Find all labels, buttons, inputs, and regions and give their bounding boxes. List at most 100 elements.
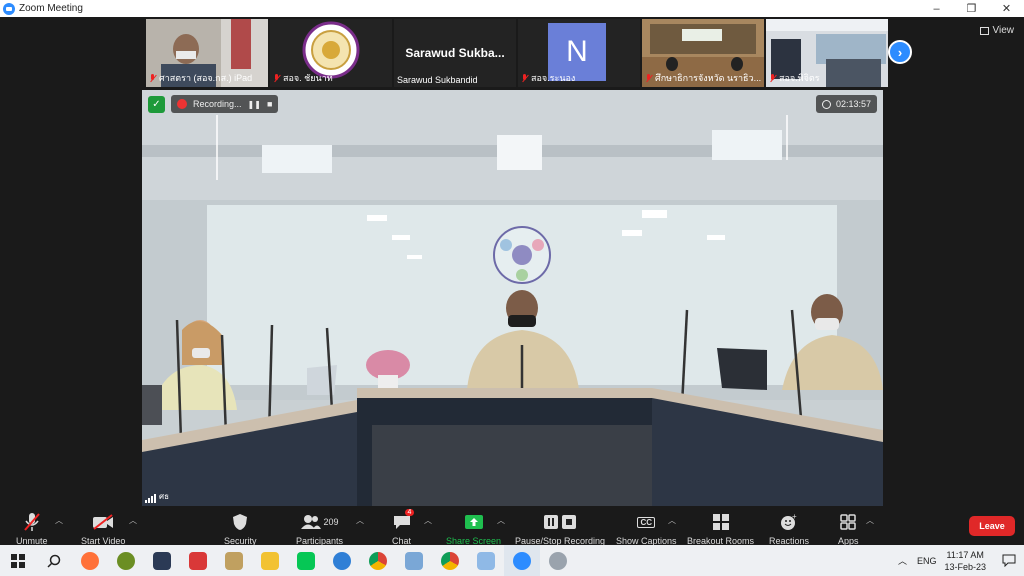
security-button[interactable]: Security [224, 511, 257, 546]
timer-value: 02:13:57 [835, 99, 871, 109]
notepad-app-icon[interactable] [396, 545, 432, 576]
participant-tile[interactable]: ศาสตรา (สอจ.กส.) iPad [146, 19, 268, 87]
zoom-logo-icon [3, 2, 15, 15]
meeting-timer: 02:13:57 [815, 95, 877, 113]
zoom-app-icon[interactable] [504, 545, 540, 576]
file-explorer-icon[interactable] [252, 545, 288, 576]
chat-badge: 4 [404, 509, 415, 516]
muted-mic-icon [273, 73, 280, 83]
participant-display-name: Sarawud Sukba... [405, 46, 505, 60]
smiley-plus-icon: + [780, 511, 798, 533]
participants-button[interactable]: 209 Participants [296, 511, 343, 546]
taskbar-clock[interactable]: 11:17 AM 13-Feb-23 [944, 549, 986, 573]
captions-caret-icon[interactable]: ︿ [668, 515, 676, 526]
participants-icon: 209 [300, 511, 339, 533]
maximize-button[interactable]: ❐ [954, 0, 989, 17]
clock-icon [821, 99, 831, 109]
chrome-alt-icon[interactable] [432, 545, 468, 576]
recording-dot-icon [177, 99, 187, 109]
stop-recording-icon[interactable]: ■ [267, 99, 272, 109]
recording-pill: Recording... ❚❚ ■ [171, 95, 279, 113]
chat-button[interactable]: 4 Chat [392, 509, 415, 546]
clock-date: 13-Feb-23 [944, 561, 986, 572]
chat-bubble-icon: 4 [393, 509, 415, 533]
search-icon[interactable] [36, 545, 72, 576]
participant-name: สอจ.ระนอง [531, 73, 576, 83]
language-indicator[interactable]: ENG [917, 556, 937, 566]
pause-stop-icon [544, 511, 577, 533]
clock-time: 11:17 AM [946, 549, 984, 560]
firefox-icon[interactable] [72, 545, 108, 576]
participant-tile[interactable]: ศึกษาธิการจังหวัด นราธิว... [642, 19, 764, 87]
vivaldi-icon[interactable] [180, 545, 216, 576]
apps-caret-icon[interactable]: ︿ [866, 515, 874, 526]
apps-button[interactable]: Apps [838, 511, 859, 546]
paint-app-icon[interactable] [468, 545, 504, 576]
security-shield-icon: ✓ [148, 95, 165, 113]
share-caret-icon[interactable]: ︿ [497, 515, 505, 526]
next-page-arrow-icon[interactable]: › [888, 40, 912, 64]
audio-options-caret-icon[interactable]: ︿ [55, 515, 63, 526]
participant-name: ศึกษาธิการจังหวัด นราธิว... [655, 73, 762, 83]
chrome-icon[interactable] [360, 545, 396, 576]
window-titlebar: Zoom Meeting – ❐ ✕ [0, 0, 1024, 17]
recording-label: Recording... [193, 99, 242, 109]
participant-name: Sarawud Sukbandid [397, 75, 478, 85]
meeting-area: ศาสตรา (สอจ.กส.) iPad สอจ. ชัยนาท Sarawu… [0, 17, 1024, 562]
muted-mic-icon [149, 73, 156, 83]
pause-stop-recording-button[interactable]: Pause/Stop Recording [515, 511, 605, 546]
captions-icon-text: CC [637, 516, 656, 528]
grid-view-icon [979, 26, 989, 35]
shield-icon [232, 511, 248, 533]
participants-caret-icon[interactable]: ︿ [356, 515, 364, 526]
view-label: View [992, 25, 1015, 36]
speaker-name: ศธ [159, 492, 169, 501]
dark-app-icon[interactable] [144, 545, 180, 576]
meeting-room-scene [142, 90, 883, 506]
photo-app-icon[interactable] [216, 545, 252, 576]
muted-mic-icon [521, 73, 528, 83]
participant-tile[interactable]: สอจ. ชัยนาท [270, 19, 392, 87]
participant-tile[interactable]: สอจ.พิจิตร [766, 19, 888, 87]
pause-recording-icon[interactable]: ❚❚ [248, 100, 261, 109]
muted-mic-icon [23, 511, 41, 533]
view-button[interactable]: View [979, 25, 1015, 36]
chat-caret-icon[interactable]: ︿ [424, 515, 432, 526]
breakout-rooms-icon [712, 511, 729, 533]
line-icon[interactable] [288, 545, 324, 576]
windows-start-icon[interactable] [0, 545, 36, 576]
participant-name: สอจ. ชัยนาท [283, 73, 333, 83]
participant-tile[interactable]: Sarawud Sukba... Sarawud Sukbandid [394, 19, 516, 87]
recording-status-bar: ✓ Recording... ❚❚ ■ [148, 95, 279, 113]
system-tray: ︿ ENG 11:17 AM 13-Feb-23 [898, 545, 1024, 576]
reactions-button[interactable]: + Reactions [769, 511, 809, 546]
participant-name: ศาสตรา (สอจ.กส.) iPad [159, 73, 253, 83]
svg-text:+: + [792, 513, 797, 521]
leave-button[interactable]: Leave [969, 516, 1015, 536]
captions-icon: CC [637, 511, 656, 533]
window-title: Zoom Meeting [19, 3, 83, 14]
participants-count: 209 [323, 517, 339, 527]
share-screen-icon [464, 511, 483, 533]
edge-icon[interactable] [324, 545, 360, 576]
share-screen-button[interactable]: Share Screen [446, 511, 501, 546]
start-video-button[interactable]: Start Video [81, 511, 125, 546]
participant-tile[interactable]: N สอจ.ระนอง [518, 19, 640, 87]
tray-expand-icon[interactable]: ︿ [898, 554, 907, 567]
apps-icon [840, 511, 856, 533]
snail-app-icon[interactable] [108, 545, 144, 576]
unmute-button[interactable]: Unmute [16, 511, 48, 546]
close-button[interactable]: ✕ [989, 0, 1024, 17]
speaker-label: ศธ [145, 490, 169, 503]
participant-strip: ศาสตรา (สอจ.กส.) iPad สอจ. ชัยนาท Sarawu… [146, 19, 888, 87]
video-off-icon [92, 511, 114, 533]
signal-strength-icon [145, 494, 156, 503]
settings-app-icon[interactable] [540, 545, 576, 576]
participant-name: สอจ.พิจิตร [779, 73, 820, 83]
video-options-caret-icon[interactable]: ︿ [129, 515, 137, 526]
muted-mic-icon [645, 73, 652, 83]
minimize-button[interactable]: – [919, 0, 954, 17]
breakout-rooms-button[interactable]: Breakout Rooms [687, 511, 754, 546]
windows-taskbar: ︿ ENG 11:17 AM 13-Feb-23 [0, 545, 1024, 576]
notification-icon[interactable] [994, 554, 1024, 567]
